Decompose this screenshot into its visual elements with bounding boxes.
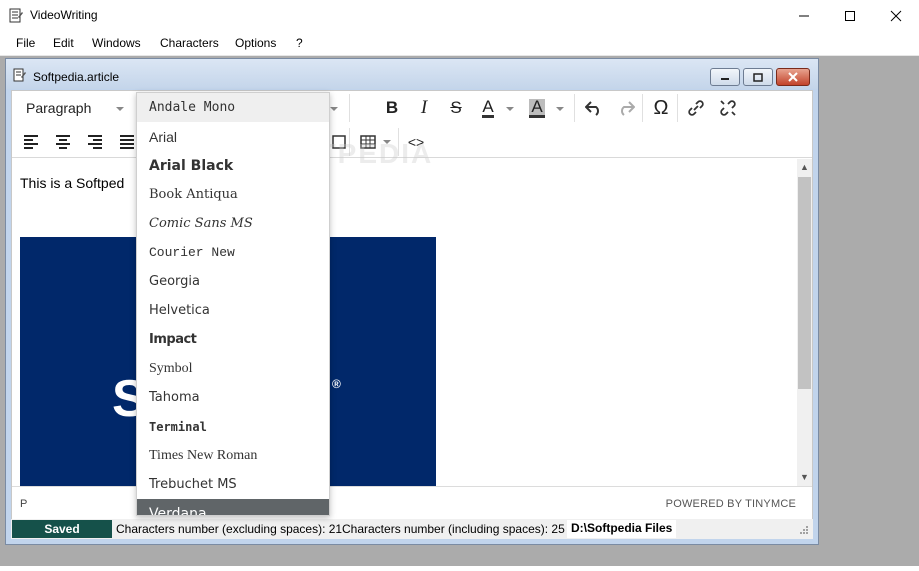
registered-mark-icon: ® — [332, 377, 341, 391]
bold-icon: B — [385, 98, 399, 117]
toolbar-separator — [574, 94, 575, 122]
italic-icon: I — [420, 97, 428, 118]
saved-badge: Saved — [12, 520, 112, 538]
minimize-button[interactable] — [781, 0, 827, 31]
minimize-icon — [721, 78, 729, 80]
doc-restore-button[interactable] — [743, 68, 773, 86]
powered-by-link[interactable]: POWERED BY TINYMCE — [666, 498, 796, 510]
font-option[interactable]: Terminal — [137, 412, 329, 441]
bold-button[interactable]: B — [378, 94, 406, 122]
doc-minimize-button[interactable] — [710, 68, 740, 86]
document-window: Softpedia.article Paragraph B I S A A Ω … — [5, 58, 819, 545]
font-option[interactable]: Book Antiqua — [137, 180, 329, 209]
current-folder: D:\Softpedia Files — [567, 520, 677, 538]
editor-statusbar: P POWERED BY TINYMCE — [12, 486, 812, 519]
redo-icon — [621, 101, 635, 116]
document-title-bar: Softpedia.article — [6, 59, 818, 89]
font-option[interactable]: Comic Sans MS — [137, 209, 329, 238]
toolbar-row-1: Paragraph B I S A A Ω — [12, 91, 812, 126]
align-center-button[interactable] — [49, 128, 77, 156]
minimize-icon — [799, 15, 809, 16]
vertical-scrollbar[interactable]: ▲ ▼ — [797, 159, 812, 486]
align-center-icon — [56, 135, 70, 149]
chevron-down-icon — [116, 107, 124, 111]
workspace-background — [819, 58, 919, 545]
font-option[interactable]: Times New Roman — [137, 441, 329, 470]
document-icon — [13, 68, 26, 82]
toolbar-separator — [642, 94, 643, 122]
toolbar-separator — [349, 94, 350, 122]
scroll-thumb[interactable] — [798, 177, 811, 389]
element-path[interactable]: P — [20, 498, 27, 510]
close-button[interactable] — [873, 0, 919, 31]
background-color-button[interactable]: A — [523, 94, 551, 122]
font-option[interactable]: Symbol — [137, 354, 329, 383]
restore-icon — [753, 72, 763, 82]
document-title: Softpedia.article — [33, 70, 120, 84]
strikethrough-icon: S — [450, 98, 462, 117]
redo-button[interactable] — [612, 94, 640, 122]
font-option[interactable]: Trebuchet MS — [137, 470, 329, 499]
block-format-select[interactable]: Paragraph — [14, 94, 132, 122]
font-family-dropdown: Andale Mono Arial Arial Black Book Antiq… — [136, 92, 330, 516]
font-option[interactable]: Tahoma — [137, 383, 329, 412]
menu-windows[interactable]: Windows — [92, 36, 141, 50]
menu-characters[interactable]: Characters — [160, 36, 219, 50]
font-option[interactable]: Arial Black — [137, 151, 329, 180]
unlink-icon — [720, 100, 736, 116]
chevron-down-icon[interactable] — [556, 107, 564, 111]
chevron-down-icon[interactable] — [506, 107, 514, 111]
background-color-icon: A — [529, 96, 545, 118]
maximize-icon — [845, 10, 855, 21]
doc-close-button[interactable] — [776, 68, 810, 86]
italic-button[interactable]: I — [410, 94, 438, 122]
app-title: VideoWriting — [30, 8, 98, 22]
status-bar: Saved Characters number (excluding space… — [11, 519, 813, 539]
text-color-button[interactable]: A — [474, 94, 502, 122]
app-icon — [9, 8, 23, 23]
editor-content[interactable]: This is a Softped S A ® — [12, 159, 797, 486]
unlink-button[interactable] — [714, 94, 742, 122]
title-bar: VideoWriting — [0, 0, 919, 31]
link-icon — [688, 100, 704, 116]
menu-bar: File Edit Windows Characters Options ? — [0, 31, 919, 56]
scroll-up-icon[interactable]: ▲ — [800, 162, 809, 172]
align-left-icon — [24, 135, 38, 149]
scroll-down-icon[interactable]: ▼ — [800, 472, 809, 482]
maximize-button[interactable] — [827, 0, 873, 31]
insert-link-button[interactable] — [682, 94, 710, 122]
align-left-button[interactable] — [17, 128, 45, 156]
content-paragraph: This is a Softped — [20, 175, 125, 191]
undo-button[interactable] — [580, 94, 608, 122]
font-option[interactable]: Helvetica — [137, 296, 329, 325]
omega-icon: Ω — [653, 96, 669, 119]
font-option-highlighted[interactable]: Verdana — [137, 499, 329, 515]
font-option[interactable]: Impact — [137, 325, 329, 354]
saved-label: Saved — [44, 522, 80, 536]
menu-edit[interactable]: Edit — [53, 36, 74, 50]
chevron-down-icon — [330, 107, 338, 111]
chars-excluding-spaces: Characters number (excluding spaces): 21 — [116, 522, 343, 536]
align-right-button[interactable] — [81, 128, 109, 156]
strikethrough-button[interactable]: S — [442, 94, 470, 122]
toolbar-separator — [677, 94, 678, 122]
special-character-button[interactable]: Ω — [647, 94, 675, 122]
justify-icon — [120, 135, 134, 149]
align-right-icon — [88, 135, 102, 149]
menu-file[interactable]: File — [16, 36, 35, 50]
menu-help[interactable]: ? — [296, 36, 303, 50]
font-option[interactable]: Arial — [137, 122, 329, 151]
undo-icon — [585, 101, 599, 116]
close-icon — [890, 10, 902, 21]
resize-grip-icon[interactable] — [799, 525, 809, 535]
font-option[interactable]: Andale Mono — [137, 93, 329, 122]
font-option[interactable]: Georgia — [137, 267, 329, 296]
font-option[interactable]: Courier New — [137, 238, 329, 267]
text-color-icon: A — [482, 96, 494, 118]
close-icon — [788, 72, 798, 82]
workspace-bottom-edge — [0, 566, 919, 571]
menu-options[interactable]: Options — [235, 36, 276, 50]
block-format-value: Paragraph — [26, 100, 92, 116]
chars-including-spaces: Characters number (including spaces): 25 — [342, 522, 565, 536]
